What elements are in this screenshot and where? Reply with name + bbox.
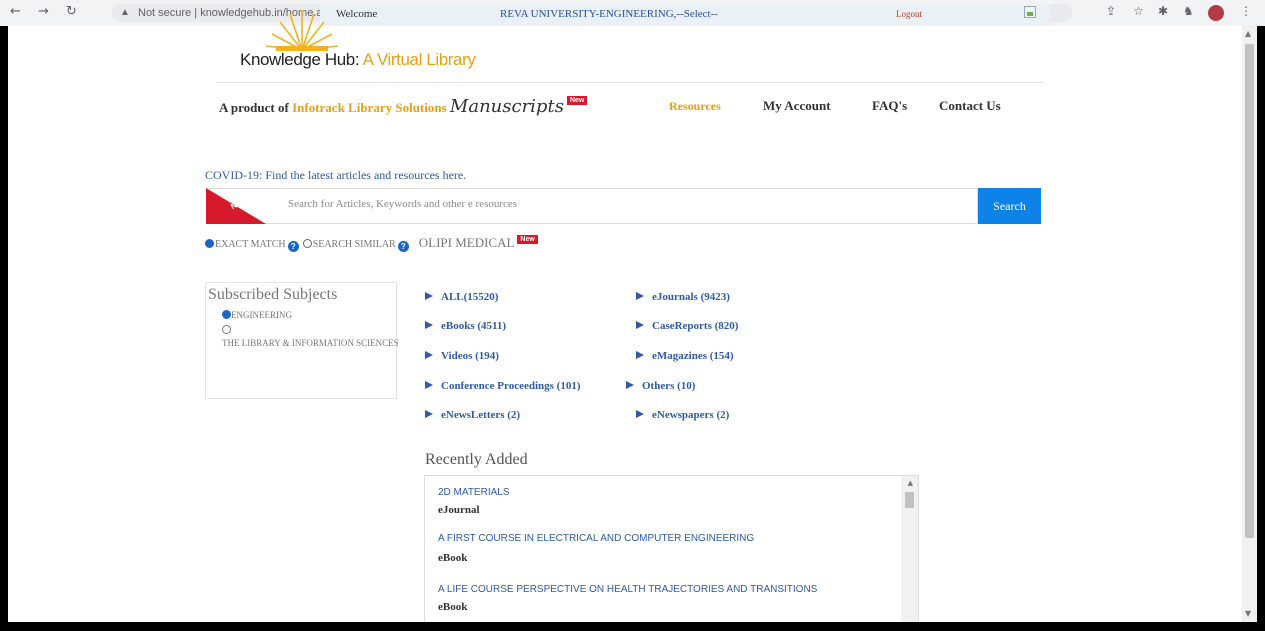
header-divider	[216, 82, 1044, 83]
category-conference[interactable]: Conference Proceedings (101)	[425, 380, 581, 392]
play-icon	[636, 351, 644, 359]
play-icon	[636, 410, 644, 418]
page-bottom-edge	[0, 622, 1265, 631]
nav-my-account[interactable]: My Account	[763, 98, 831, 114]
star-icon[interactable]: ☆	[1133, 4, 1144, 18]
scroll-up-icon[interactable]: ▲	[1245, 29, 1251, 38]
subject-engineering[interactable]: ENGINEERING	[222, 310, 396, 320]
reload-icon[interactable]: ↻	[66, 4, 77, 19]
welcome-bar: Welcome REVA UNIVERSITY-ENGINEERING,--Se…	[320, 4, 1050, 26]
sun-logo-icon	[265, 10, 339, 51]
play-icon	[425, 321, 433, 329]
subject-library-label: THE LIBRARY & INFORMATION SCIENCES	[222, 338, 399, 348]
brand-name: Knowledge Hub	[240, 50, 355, 69]
recently-added-list[interactable]: ▲ 2D MATERIALS eJournal A FIRST COURSE I…	[424, 475, 919, 631]
brand-separator: :	[354, 50, 360, 69]
brand-tagline: A Virtual Library	[362, 50, 476, 69]
recent-item-type: eBook	[438, 601, 468, 613]
exact-match-label: EXACT MATCH	[215, 239, 286, 250]
forward-icon[interactable]: →	[38, 4, 49, 19]
category-ejournals[interactable]: eJournals (9423)	[636, 291, 730, 303]
logout-link[interactable]: Logout	[896, 9, 922, 19]
play-icon	[425, 381, 433, 389]
recent-item-title[interactable]: A FIRST COURSE IN ELECTRICAL AND COMPUTE…	[438, 533, 754, 544]
puzzle-icon[interactable]: ♞	[1183, 4, 1194, 18]
recent-item-type: eJournal	[438, 504, 480, 516]
subject-radio[interactable]	[222, 325, 231, 334]
recently-added-title: Recently Added	[425, 451, 528, 468]
category-casereports[interactable]: CaseReports (820)	[636, 320, 738, 332]
security-label: Not secure	[138, 7, 192, 19]
recent-item-type: eBook	[438, 552, 468, 564]
institution-select[interactable]: REVA UNIVERSITY-ENGINEERING,--Select--	[500, 8, 718, 20]
extension-icon[interactable]: ✱	[1158, 4, 1168, 18]
new-badge: New	[566, 96, 588, 105]
help-icon[interactable]: ?	[287, 241, 299, 252]
nav-faq[interactable]: FAQ's	[872, 98, 907, 114]
new-badge: New	[517, 235, 538, 244]
subject-radio[interactable]	[222, 310, 231, 319]
covid-banner-link[interactable]: COVID-19: Find the latest articles and r…	[205, 168, 466, 183]
help-icon[interactable]: ?	[397, 241, 409, 252]
search-button[interactable]: Search	[978, 188, 1041, 224]
category-emagazines[interactable]: eMagazines (154)	[636, 350, 734, 362]
nav-resources[interactable]: Resources	[669, 99, 721, 114]
back-icon[interactable]: ←	[10, 4, 21, 19]
recent-item-title[interactable]: 2D MATERIALS	[438, 487, 510, 498]
brand-title[interactable]: Knowledge Hub: A Virtual Library	[240, 50, 476, 70]
product-prefix: A product of	[219, 100, 289, 115]
new-ribbon: NEW	[206, 188, 266, 224]
broken-image-icon	[1024, 6, 1036, 18]
scroll-down-icon[interactable]: ▼	[1245, 609, 1251, 618]
category-videos[interactable]: Videos (194)	[425, 350, 499, 362]
category-all[interactable]: ALL(15520)	[425, 291, 498, 303]
category-enewspapers[interactable]: eNewspapers (2)	[636, 409, 729, 421]
category-ebooks[interactable]: eBooks (4511)	[425, 320, 506, 332]
search-similar-label: SEARCH SIMILAR	[312, 239, 396, 250]
category-others[interactable]: Others (10)	[626, 380, 695, 392]
nav-contact[interactable]: Contact Us	[939, 98, 1001, 114]
list-scroll-thumb[interactable]	[905, 492, 914, 508]
search-options: EXACT MATCH? SEARCH SIMILAR? OLIPI MEDICAL…	[205, 235, 538, 252]
page-scrollbar[interactable]: ▲ ▼	[1242, 26, 1257, 622]
play-icon	[425, 351, 433, 359]
profile-avatar[interactable]	[1208, 5, 1224, 21]
olipi-medical-link[interactable]: OLIPI MEDICAL	[419, 235, 515, 250]
subject-label: ENGINEERING	[231, 310, 292, 320]
scroll-up-icon[interactable]: ▲	[908, 479, 913, 487]
manuscripts-link[interactable]: Manuscripts	[450, 96, 564, 117]
company-link[interactable]: Infotrack Library Solutions	[292, 100, 447, 115]
play-icon	[425, 410, 433, 418]
share-icon[interactable]: ⇪	[1106, 4, 1116, 18]
play-icon	[636, 292, 644, 300]
play-icon	[626, 381, 634, 389]
menu-icon[interactable]: ⋮	[1240, 4, 1252, 18]
warning-icon: ▲	[120, 7, 130, 18]
subjects-title: Subscribed Subjects	[208, 286, 338, 303]
scroll-thumb[interactable]	[1245, 44, 1254, 538]
search-input[interactable]	[288, 198, 968, 210]
welcome-label: Welcome	[336, 8, 378, 20]
search-similar-radio[interactable]	[302, 239, 312, 248]
subscribed-subjects-panel: Subscribed Subjects ENGINEERING THE LIBR…	[205, 282, 399, 399]
subject-library-radio-row[interactable]	[222, 325, 396, 335]
play-icon	[636, 321, 644, 329]
category-enewsletters[interactable]: eNewsLetters (2)	[425, 409, 520, 421]
play-icon	[425, 292, 433, 300]
product-line: A product of Infotrack Library Solutions…	[219, 96, 588, 117]
recent-item-title[interactable]: A LIFE COURSE PERSPECTIVE ON HEALTH TRAJ…	[438, 584, 817, 595]
exact-match-radio[interactable]	[205, 239, 214, 248]
